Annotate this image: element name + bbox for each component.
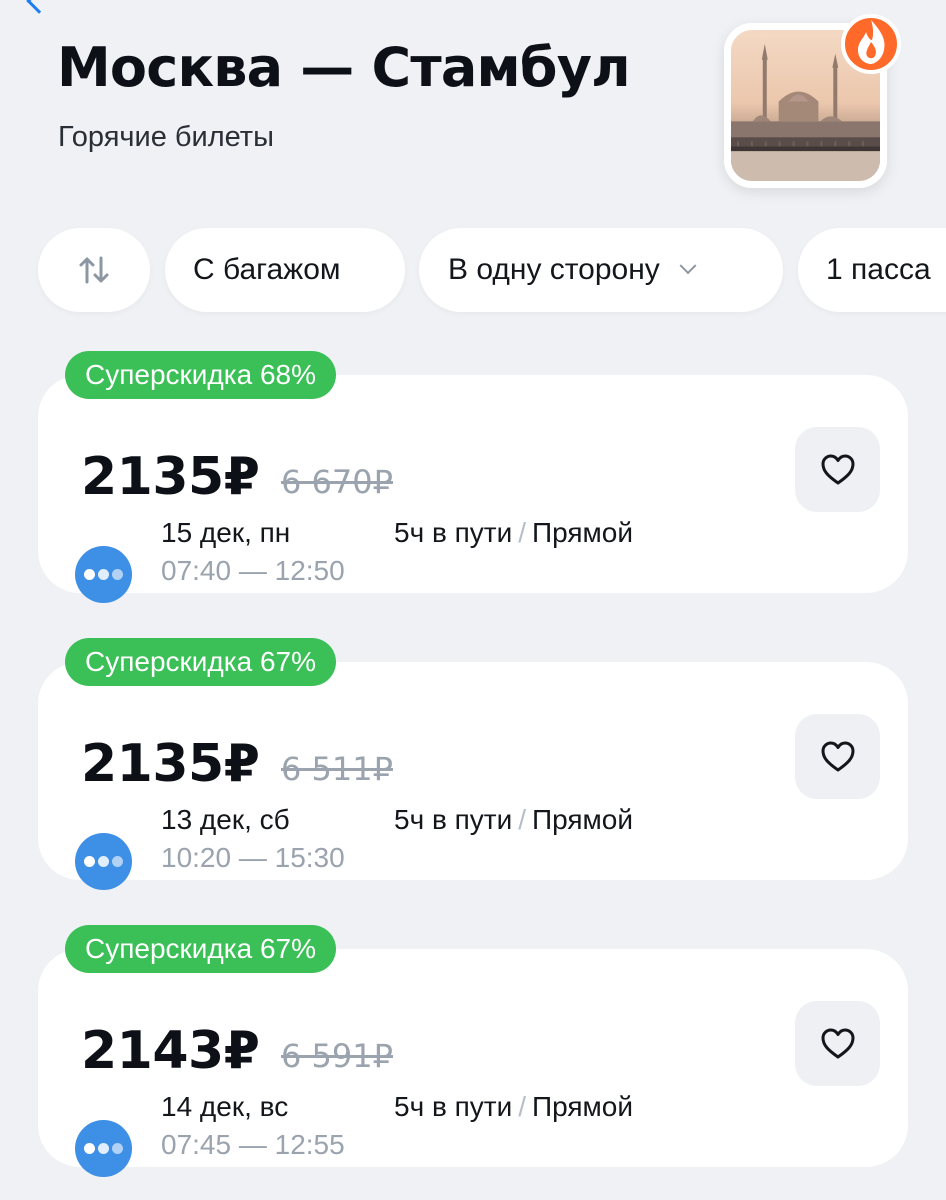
page-title: Москва — Стамбул (57, 36, 631, 99)
favorite-button[interactable] (795, 714, 880, 799)
flight-info: 5ч в пути / Прямой (394, 1091, 633, 1123)
trip-direction-label: В одну сторону (448, 253, 660, 286)
heart-icon (821, 741, 854, 771)
flight-time-range: 07:45 — 12:55 (161, 1129, 345, 1160)
chevron-down-icon (679, 257, 697, 275)
flight-duration: 5ч в пути (394, 517, 513, 548)
swap-direction-button[interactable] (38, 228, 150, 312)
airline-logo (75, 1120, 132, 1177)
ticket-card-body[interactable]: 2135₽ 6 511₽ 13 дек, сб 10:20 — 15:30 5ч… (38, 662, 908, 890)
flight-info: 5ч в пути / Прямой (394, 517, 633, 549)
airline-logo (75, 546, 132, 603)
ticket-price: 2143₽ (81, 1021, 260, 1081)
flight-duration: 5ч в пути (394, 804, 513, 835)
flight-date: 13 дек, сб (161, 804, 290, 835)
hot-tickets-screen: Москва — Стамбул Горячие билеты С багажо… (0, 0, 946, 1200)
heart-icon (821, 454, 854, 484)
info-separator: / (518, 1091, 527, 1122)
heart-icon (821, 1028, 854, 1058)
trip-direction-dropdown[interactable]: В одну сторону (419, 228, 783, 312)
passengers-dropdown[interactable]: 1 пасса (798, 228, 946, 312)
flight-date: 15 дек, пн (161, 517, 291, 548)
ticket-old-price: 6 670₽ (281, 463, 393, 501)
filter-bar: С багажом В одну сторону 1 пасса (38, 228, 946, 312)
page-subtitle: Горячие билеты (58, 121, 274, 153)
flight-route-type: Прямой (532, 1091, 634, 1122)
flight-duration: 5ч в пути (394, 1091, 513, 1122)
airline-logo (75, 833, 132, 890)
info-separator: / (518, 804, 527, 835)
favorite-button[interactable] (795, 1001, 880, 1086)
discount-badge: Суперскидка 67% (65, 925, 337, 973)
flight-time-range: 10:20 — 15:30 (161, 842, 345, 873)
ticket-card[interactable]: Суперскидка 67% 2135₽ 6 511₽ 13 дек, сб … (38, 638, 908, 890)
ticket-card[interactable]: Суперскидка 68% 2135₽ 6 670₽ 15 дек, пн … (38, 351, 908, 603)
ticket-card[interactable]: Суперскидка 67% 2143₽ 6 591₽ 14 дек, вс … (38, 925, 908, 1177)
ticket-card-body[interactable]: 2135₽ 6 670₽ 15 дек, пн 07:40 — 12:50 5ч… (38, 375, 908, 603)
flight-time-range: 07:40 — 12:50 (161, 555, 345, 586)
flight-date: 14 дек, вс (161, 1091, 289, 1122)
passengers-label: 1 пасса (826, 253, 931, 286)
back-arrow-icon[interactable] (26, 0, 52, 14)
discount-badge: Суперскидка 68% (65, 351, 337, 399)
ticket-old-price: 6 511₽ (281, 750, 393, 788)
flight-route-type: Прямой (532, 804, 634, 835)
swap-vertical-arrows-icon (79, 256, 109, 284)
info-separator: / (518, 517, 527, 548)
baggage-filter-chip[interactable]: С багажом (165, 228, 405, 312)
ticket-price: 2135₽ (81, 734, 260, 794)
baggage-filter-label: С багажом (193, 253, 341, 286)
flight-info: 5ч в пути / Прямой (394, 804, 633, 836)
favorite-button[interactable] (795, 427, 880, 512)
flight-route-type: Прямой (532, 517, 634, 548)
hot-fire-icon (841, 14, 901, 74)
ticket-old-price: 6 591₽ (281, 1037, 393, 1075)
discount-badge: Суперскидка 67% (65, 638, 337, 686)
ticket-price: 2135₽ (81, 447, 260, 507)
ticket-card-body[interactable]: 2143₽ 6 591₽ 14 дек, вс 07:45 — 12:55 5ч… (38, 949, 908, 1177)
